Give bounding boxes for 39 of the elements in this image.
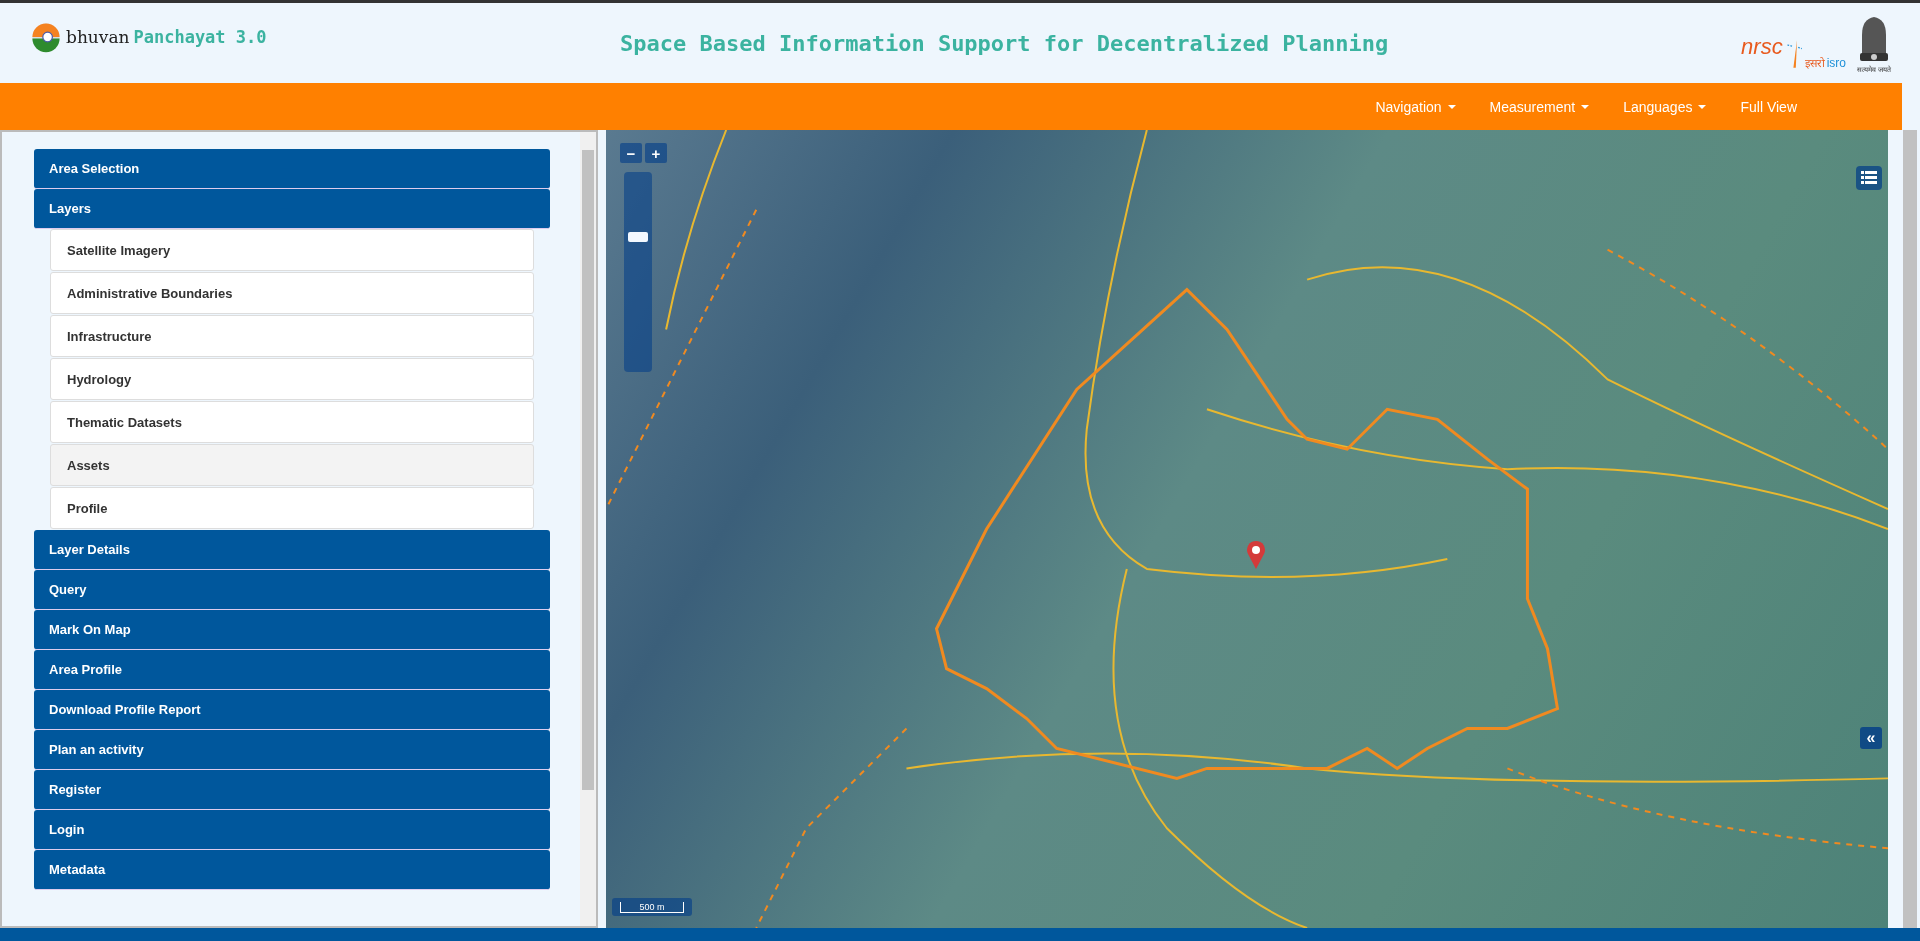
accordion-header[interactable]: Register	[34, 770, 550, 810]
layer-menu-item[interactable]: Infrastructure	[50, 315, 534, 357]
accordion-header[interactable]: Area Selection	[34, 149, 550, 189]
layer-menu-item[interactable]: Thematic Datasets	[50, 401, 534, 443]
caret-icon	[1447, 104, 1456, 109]
accordion-header[interactable]: Layer Details	[34, 530, 550, 570]
collapse-panel-button[interactable]: «	[1860, 727, 1882, 749]
page-title: Space Based Information Support for Decentralized Planning	[619, 30, 1390, 56]
accordion-header[interactable]: Area Profile	[34, 650, 550, 690]
location-pin-icon	[1246, 540, 1266, 570]
caret-icon	[1698, 104, 1707, 109]
layer-menu-item[interactable]: Satellite Imagery	[50, 229, 534, 271]
accordion-header[interactable]: Mark On Map	[34, 610, 550, 650]
satellite-map-placeholder[interactable]: − + « 500 m	[606, 130, 1888, 928]
app-name: Panchayat 3.0	[133, 27, 267, 47]
zoom-out-button[interactable]: −	[620, 143, 642, 163]
org-logo-latin: isro	[1826, 55, 1846, 70]
globe-logo-icon	[30, 21, 62, 53]
layer-menu-item[interactable]: Assets	[50, 444, 534, 486]
layer-menu-item[interactable]: Profile	[50, 487, 534, 529]
zoom-slider-handle[interactable]	[628, 232, 648, 242]
org-logo-hindi: इसरो	[1804, 55, 1825, 70]
zoom-slider-track[interactable]	[624, 172, 652, 372]
layer-menu-item[interactable]: Hydrology	[50, 358, 534, 400]
accordion-header[interactable]: Layers	[34, 189, 550, 229]
accordion-header[interactable]: Download Profile Report	[34, 690, 550, 730]
accordion-header[interactable]: Query	[34, 570, 550, 610]
accordion-header[interactable]: Login	[34, 810, 550, 850]
scrollbar[interactable]	[580, 132, 596, 926]
logo-text: bhuvan	[66, 27, 130, 47]
zoom-in-button[interactable]: +	[645, 143, 667, 163]
layer-menu-item[interactable]: Administrative Boundaries	[50, 272, 534, 314]
list-icon	[1861, 171, 1877, 185]
scale-label: 500 m	[620, 901, 684, 913]
accordion-header[interactable]: Metadata	[34, 850, 550, 890]
accordion-header[interactable]: Plan an activity	[34, 730, 550, 770]
caret-icon	[1581, 104, 1590, 109]
layer-list-button[interactable]	[1856, 166, 1882, 190]
org-logo-text: nrsc	[1741, 33, 1783, 60]
